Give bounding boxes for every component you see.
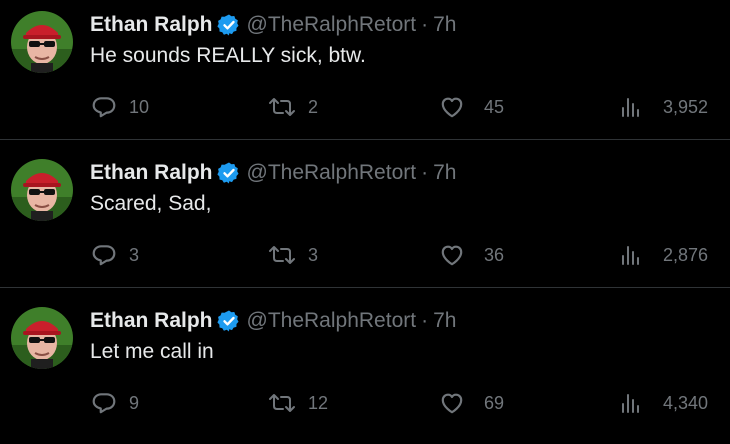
reply-count: 3 bbox=[129, 244, 140, 265]
tweet-text: Let me call in bbox=[90, 340, 214, 363]
author-handle[interactable]: @TheRalphRetort bbox=[247, 161, 417, 185]
views-chart-icon bbox=[620, 94, 642, 120]
reply-icon bbox=[91, 242, 117, 268]
retweet-button[interactable]: 2 bbox=[268, 90, 318, 124]
reply-icon bbox=[91, 94, 117, 120]
tweet-header: Ethan Ralph @TheRalphRetort · 7h bbox=[90, 306, 456, 336]
retweet-button[interactable]: 3 bbox=[268, 238, 318, 272]
author-name[interactable]: Ethan Ralph bbox=[90, 13, 213, 37]
author-handle[interactable]: @TheRalphRetort bbox=[247, 309, 417, 333]
views-button[interactable]: 2,876 bbox=[620, 238, 708, 272]
tweet-header: Ethan Ralph @TheRalphRetort · 7h bbox=[90, 10, 456, 40]
separator-dot: · bbox=[421, 161, 429, 184]
timestamp[interactable]: 7h bbox=[433, 309, 456, 333]
author-name[interactable]: Ethan Ralph bbox=[90, 309, 213, 333]
views-chart-icon bbox=[620, 242, 642, 268]
reply-button[interactable]: 3 bbox=[91, 238, 139, 272]
tweet-actions: 3 3 36 2,876 bbox=[0, 238, 730, 272]
like-button[interactable]: 45 bbox=[439, 90, 504, 124]
verified-badge-icon bbox=[216, 309, 241, 333]
retweet-icon bbox=[268, 94, 296, 120]
avatar[interactable] bbox=[11, 307, 73, 369]
reply-count: 9 bbox=[129, 392, 140, 413]
retweet-button[interactable]: 12 bbox=[268, 386, 328, 420]
tweet[interactable]: Ethan Ralph @TheRalphRetort · 7h He soun… bbox=[0, 0, 730, 148]
avatar[interactable] bbox=[11, 11, 73, 73]
retweet-icon bbox=[268, 390, 296, 416]
heart-icon bbox=[439, 94, 465, 120]
retweet-count: 3 bbox=[308, 244, 319, 265]
reply-count: 10 bbox=[129, 96, 150, 117]
divider bbox=[0, 287, 730, 288]
views-chart-icon bbox=[620, 390, 642, 416]
timestamp[interactable]: 7h bbox=[433, 161, 456, 185]
author-handle[interactable]: @TheRalphRetort bbox=[247, 13, 417, 37]
tweet[interactable]: Ethan Ralph @TheRalphRetort · 7h Scared,… bbox=[0, 148, 730, 296]
retweet-icon bbox=[268, 242, 296, 268]
reply-button[interactable]: 9 bbox=[91, 386, 139, 420]
tweet-text: Scared, Sad, bbox=[90, 192, 212, 215]
like-button[interactable]: 69 bbox=[439, 386, 504, 420]
views-button[interactable]: 4,340 bbox=[620, 386, 708, 420]
separator-dot: · bbox=[421, 309, 429, 332]
reply-icon bbox=[91, 390, 117, 416]
divider bbox=[0, 139, 730, 140]
tweet-actions: 9 12 69 4,340 bbox=[0, 386, 730, 420]
tweet-text: He sounds REALLY sick, btw. bbox=[90, 44, 366, 67]
avatar[interactable] bbox=[11, 159, 73, 221]
heart-icon bbox=[439, 242, 465, 268]
heart-icon bbox=[439, 390, 465, 416]
retweet-count: 12 bbox=[308, 392, 329, 413]
views-count: 2,876 bbox=[663, 244, 709, 265]
reply-button[interactable]: 10 bbox=[91, 90, 149, 124]
like-count: 36 bbox=[484, 244, 505, 265]
views-button[interactable]: 3,952 bbox=[620, 90, 708, 124]
like-count: 45 bbox=[484, 96, 505, 117]
timestamp[interactable]: 7h bbox=[433, 13, 456, 37]
separator-dot: · bbox=[421, 13, 429, 36]
views-count: 3,952 bbox=[663, 96, 709, 117]
tweet-header: Ethan Ralph @TheRalphRetort · 7h bbox=[90, 158, 456, 188]
verified-badge-icon bbox=[216, 161, 241, 185]
like-button[interactable]: 36 bbox=[439, 238, 504, 272]
tweet-actions: 10 2 45 3,952 bbox=[0, 90, 730, 124]
views-count: 4,340 bbox=[663, 392, 709, 413]
like-count: 69 bbox=[484, 392, 505, 413]
author-name[interactable]: Ethan Ralph bbox=[90, 161, 213, 185]
tweet[interactable]: Ethan Ralph @TheRalphRetort · 7h Let me … bbox=[0, 296, 730, 444]
retweet-count: 2 bbox=[308, 96, 319, 117]
verified-badge-icon bbox=[216, 13, 241, 37]
